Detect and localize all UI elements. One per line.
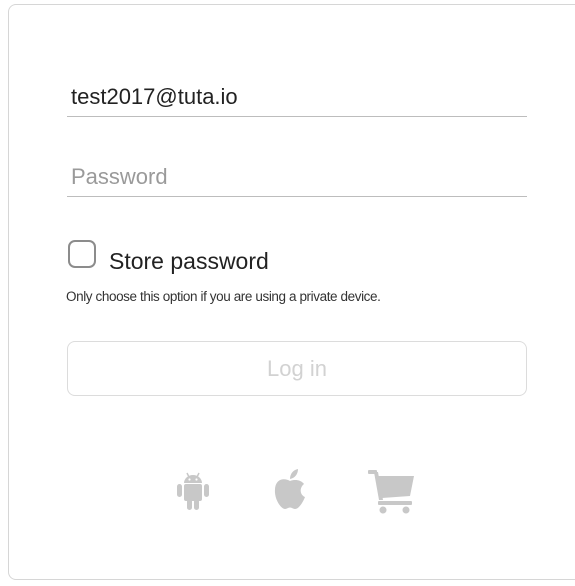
android-icon[interactable]	[176, 470, 210, 517]
store-password-checkbox[interactable]	[68, 239, 96, 268]
login-button[interactable]: Log in	[67, 341, 527, 396]
store-password-option[interactable]: Store password	[68, 232, 269, 275]
password-field[interactable]	[67, 158, 531, 196]
app-store-links	[176, 466, 426, 516]
store-password-hint: Only choose this option if you are using…	[66, 289, 381, 304]
cart-icon[interactable]	[368, 470, 416, 519]
store-password-label: Store password	[109, 248, 269, 274]
password-field-wrapper	[67, 158, 531, 197]
email-field[interactable]	[67, 78, 531, 116]
apple-icon[interactable]	[272, 468, 308, 517]
email-field-wrapper	[67, 78, 531, 117]
